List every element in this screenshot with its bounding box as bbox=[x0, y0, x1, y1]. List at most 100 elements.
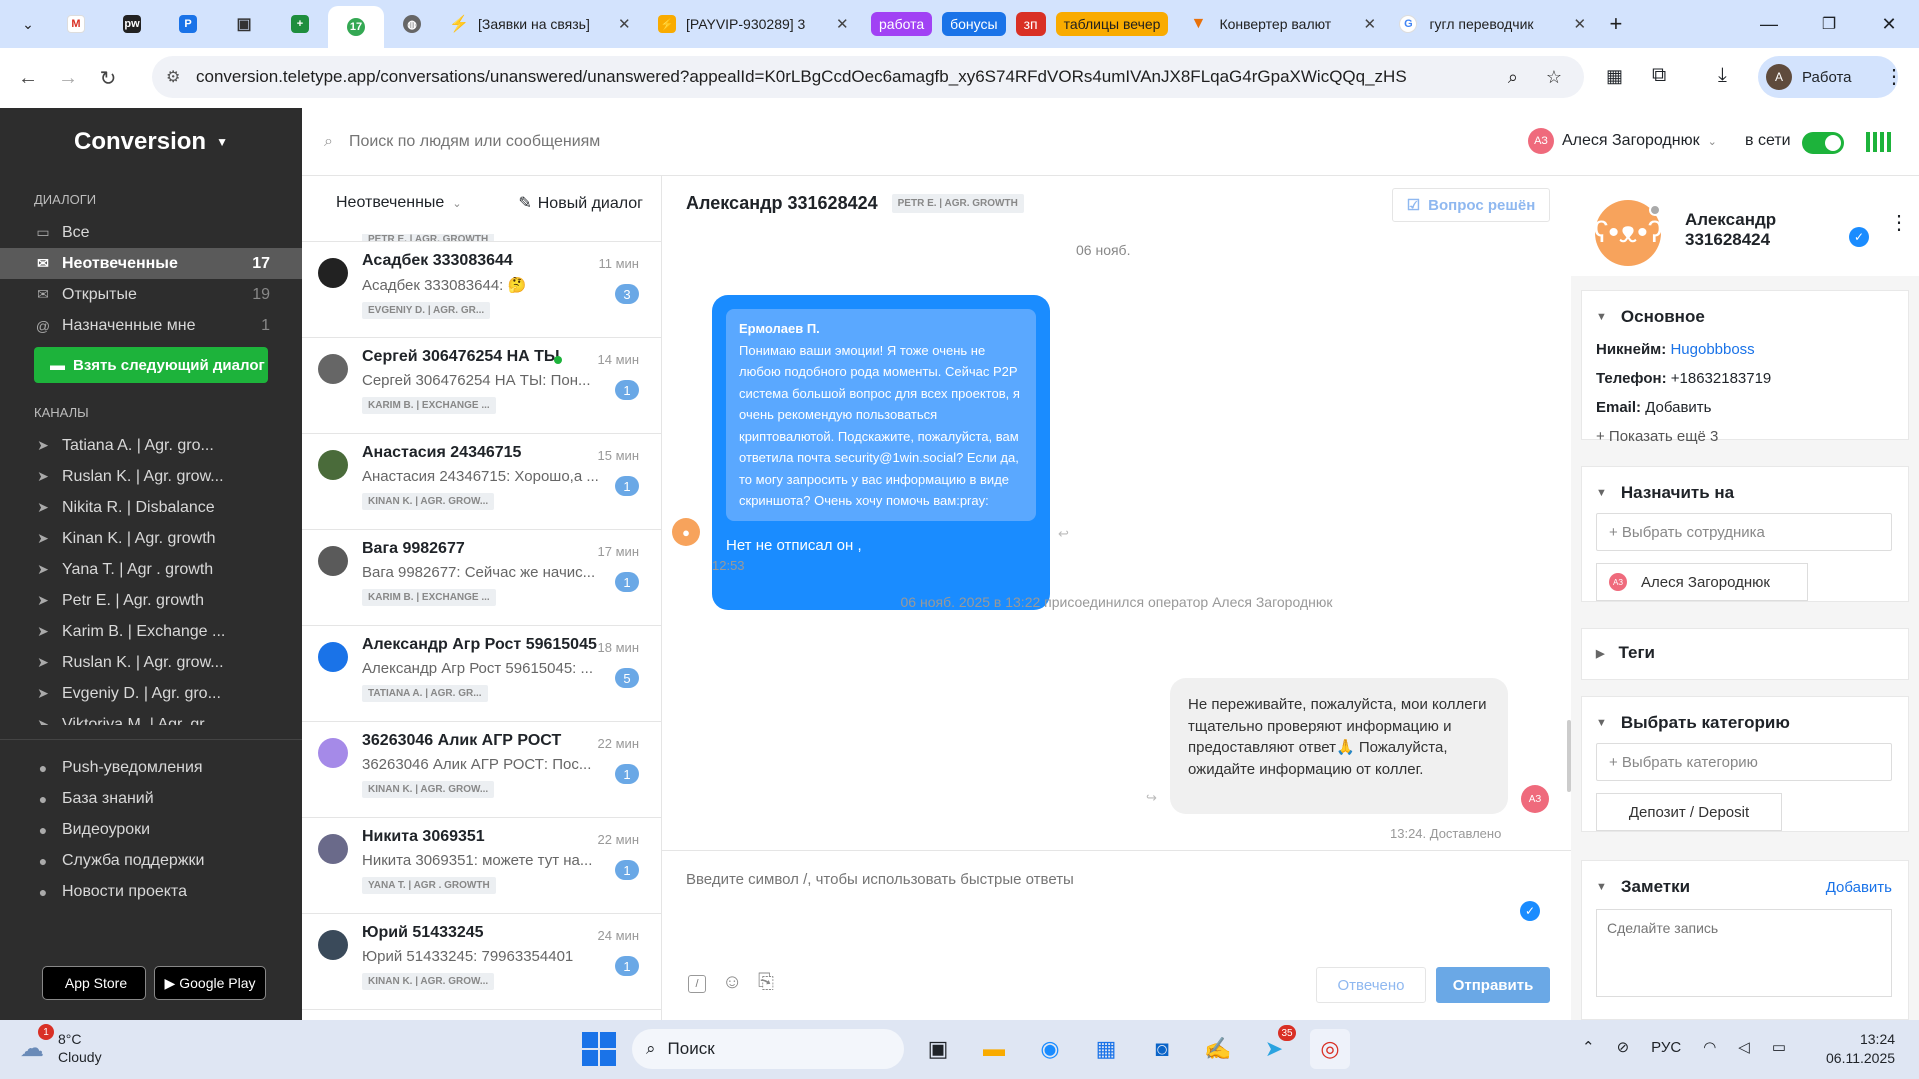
card-toggle[interactable]: ▼ Заметки Добавить bbox=[1596, 877, 1894, 897]
sidebar-channel-item[interactable]: ➤ Ruslan K. | Agr. grow... bbox=[0, 647, 302, 678]
reply-icon[interactable]: ↩ bbox=[1058, 526, 1069, 542]
sidebar-item-all[interactable]: ▭ Все bbox=[0, 217, 302, 248]
battery-icon[interactable]: ▭ bbox=[1772, 1038, 1786, 1056]
nickname-link[interactable]: Hugobbboss bbox=[1670, 341, 1754, 358]
bookmark-star-icon[interactable]: ☆ bbox=[1546, 67, 1562, 88]
operator-menu[interactable]: АЗ Алеся Загороднюк ⌄ bbox=[1528, 128, 1717, 154]
store-icon[interactable]: ▦ bbox=[1086, 1029, 1126, 1069]
sidebar-link[interactable]: ● База знаний bbox=[0, 783, 302, 814]
conversation-list-item[interactable]: Никита 3069351 22 мин Никита 3069351: може… bbox=[302, 818, 661, 914]
menu-icon[interactable]: ⋮ bbox=[1884, 64, 1904, 89]
new-dialog-button[interactable]: ✎ Новый диалог bbox=[518, 193, 643, 213]
online-toggle[interactable] bbox=[1802, 132, 1844, 154]
new-tab-button[interactable]: + bbox=[1599, 6, 1639, 42]
zoom-icon[interactable]: ⌕ bbox=[1508, 67, 1518, 88]
conversation-list-item[interactable]: Вага 9982677 17 мин Вага 9982677: Сейчас ж… bbox=[302, 530, 661, 626]
more-vertical-icon[interactable]: ⋮ bbox=[1889, 210, 1909, 235]
edge-icon[interactable]: ◉ bbox=[1030, 1029, 1070, 1069]
add-email-link[interactable]: Добавить bbox=[1645, 399, 1711, 416]
tab-converter[interactable]: ▼ Конвертер валют ✕ bbox=[1179, 6, 1389, 42]
wifi-icon[interactable]: ◠ bbox=[1703, 1038, 1716, 1056]
sidebar-item-unanswered[interactable]: ✉ Неотвеченные 17 bbox=[0, 248, 302, 279]
close-window-icon[interactable]: ✕ bbox=[1859, 14, 1919, 35]
start-button[interactable] bbox=[582, 1032, 616, 1066]
url-field[interactable]: ⚙ conversion.teletype.app/conversations/… bbox=[152, 56, 1584, 98]
maximize-icon[interactable]: ❐ bbox=[1799, 14, 1859, 34]
card-toggle[interactable]: ▼ Выбрать категорию bbox=[1596, 713, 1894, 733]
clock[interactable]: 13:24 06.11.2025 bbox=[1826, 1030, 1895, 1068]
tab-globe[interactable]: ◍ bbox=[384, 6, 440, 42]
list-item-partial[interactable]: PETR E. | AGR. GROWTH bbox=[302, 230, 661, 242]
sidebar-channel-item[interactable]: ➤ Nikita R. | Disbalance bbox=[0, 492, 302, 523]
sidebar-link[interactable]: ● Видеоуроки bbox=[0, 814, 302, 845]
sidebar-channel-item[interactable]: ➤ Yana T. | Agr . growth bbox=[0, 554, 302, 585]
file-explorer-icon[interactable]: ▬ bbox=[974, 1029, 1014, 1069]
conversation-list-item[interactable]: Анастасия 24346715 15 мин Анастасия 243467… bbox=[302, 434, 661, 530]
volume-icon[interactable]: ◁ bbox=[1738, 1038, 1750, 1056]
assign-select[interactable]: + Выбрать сотрудника bbox=[1596, 513, 1892, 551]
conversation-list-item[interactable]: Сергей 306476254 НА ТЫ 14 мин Сергей 30647… bbox=[302, 338, 661, 434]
conversation-list-item[interactable]: 36263046 Алик АГР РОСТ 22 мин 36263046 Али… bbox=[302, 722, 661, 818]
send-button[interactable]: Отправить bbox=[1436, 967, 1550, 1003]
tab-sheets[interactable]: + bbox=[272, 6, 328, 42]
tab-translate[interactable]: Gгугл переводчик ✕ bbox=[1389, 6, 1599, 42]
tab-teletype[interactable]: 17 bbox=[328, 6, 384, 48]
filter-dropdown[interactable]: Неотвеченные ⌄ bbox=[336, 194, 462, 212]
close-icon[interactable]: ✕ bbox=[836, 15, 849, 33]
answered-button[interactable]: Отвечено bbox=[1316, 967, 1426, 1003]
sidebar-link[interactable]: ● Push-уведомления bbox=[0, 752, 302, 783]
sidebar-channel-item[interactable]: ➤ Viktoriya M. | Agr. gr... bbox=[0, 709, 302, 726]
note-input[interactable] bbox=[1596, 909, 1892, 997]
weather-widget[interactable]: ☁ 1 8°C Cloudy bbox=[20, 1024, 102, 1066]
take-next-dialog-button[interactable]: ▬ Взять следующий диалог bbox=[34, 347, 268, 383]
qr-icon[interactable]: ▦ bbox=[1606, 66, 1623, 87]
reload-icon[interactable]: ↻ bbox=[88, 58, 128, 98]
language-indicator[interactable]: РУС bbox=[1651, 1039, 1681, 1056]
tab-requests[interactable]: ⚡ [Заявки на связь] ✕ bbox=[440, 6, 648, 42]
sidebar-channel-item[interactable]: ➤ Evgeniy D. | Agr. gro... bbox=[0, 678, 302, 709]
forward-icon[interactable]: → bbox=[48, 58, 88, 98]
resolve-button[interactable]: ☑ Вопрос решён bbox=[1392, 188, 1550, 222]
extensions-icon[interactable]: ⧉ bbox=[1652, 64, 1666, 87]
forward-icon[interactable]: ↪ bbox=[1146, 790, 1157, 806]
sidebar-link[interactable]: ● Служба поддержки bbox=[0, 845, 302, 876]
tab-group-bonuses[interactable]: бонусы bbox=[942, 12, 1006, 36]
chrome-icon[interactable]: ◎ bbox=[1310, 1029, 1350, 1069]
taskbar-search[interactable]: ⌕ Поиск bbox=[632, 1029, 904, 1069]
minimize-icon[interactable]: — bbox=[1739, 14, 1799, 35]
tab-group-salary[interactable]: зп bbox=[1015, 12, 1046, 36]
sidebar-item-open[interactable]: ✉ Открытые 19 bbox=[0, 279, 302, 310]
tab-gmail[interactable]: M bbox=[48, 6, 104, 42]
card-toggle[interactable]: ▼ Назначить на bbox=[1596, 483, 1894, 503]
message-input[interactable] bbox=[686, 871, 1506, 931]
chevron-up-icon[interactable]: ⌃ bbox=[1582, 1038, 1595, 1056]
site-info-icon[interactable]: ⚙ bbox=[166, 67, 180, 87]
close-icon[interactable]: ✕ bbox=[1573, 15, 1586, 33]
category-chip[interactable]: Депозит / Deposit bbox=[1596, 793, 1782, 831]
sidebar-channel-item[interactable]: ➤ Petr E. | Agr. growth bbox=[0, 585, 302, 616]
outgoing-message[interactable]: Не переживайте, пожалуйста, мои коллеги … bbox=[1170, 678, 1508, 814]
no-location-icon[interactable]: ⊘ bbox=[1617, 1038, 1630, 1056]
show-more-link[interactable]: + Показать ещё 3 bbox=[1596, 422, 1894, 451]
tab-robot[interactable]: ▣ bbox=[216, 6, 272, 42]
profile-button[interactable]: A Работа bbox=[1758, 56, 1898, 98]
download-icon[interactable]: ⤓ bbox=[1718, 64, 1727, 87]
close-icon[interactable]: ✕ bbox=[618, 15, 631, 33]
category-select[interactable]: + Выбрать категорию bbox=[1596, 743, 1892, 781]
signature-app-icon[interactable]: ✍ bbox=[1198, 1029, 1238, 1069]
attach-icon[interactable]: ⎘ bbox=[758, 971, 774, 994]
sidebar-channel-item[interactable]: ➤ Kinan K. | Agr. growth bbox=[0, 523, 302, 554]
brand-switcher[interactable]: Conversion ▼ bbox=[0, 108, 302, 176]
sidebar-link[interactable]: ● Новости проекта bbox=[0, 876, 302, 907]
emoji-icon[interactable]: ☺ bbox=[722, 971, 742, 994]
tab-pw[interactable]: pw bbox=[104, 6, 160, 42]
add-note-link[interactable]: Добавить bbox=[1826, 879, 1892, 896]
outlook-icon[interactable]: ◙ bbox=[1142, 1029, 1182, 1069]
tab-group-tables[interactable]: таблицы вечер bbox=[1055, 12, 1169, 36]
tab-search-button[interactable]: ⌄ bbox=[8, 6, 48, 42]
tab-p[interactable]: P bbox=[160, 6, 216, 42]
conversation-list-item[interactable]: Асадбек 333083644 11 мин Асадбек 333083644… bbox=[302, 242, 661, 338]
conversation-list-item[interactable]: Юрий 51433245 24 мин Юрий 51433245: 799633… bbox=[302, 914, 661, 1010]
search-input[interactable] bbox=[348, 132, 949, 151]
slash-command-icon[interactable]: / bbox=[688, 975, 706, 993]
